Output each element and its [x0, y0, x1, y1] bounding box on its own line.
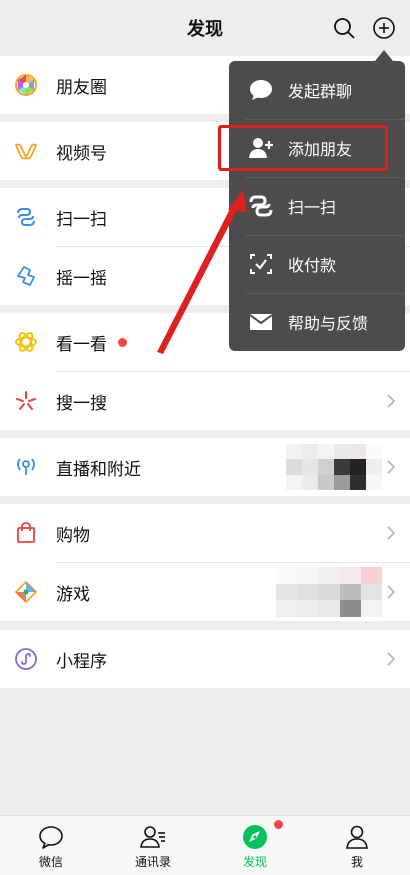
row-mini-programs[interactable]: 小程序 — [0, 630, 410, 688]
row-nearby[interactable]: 直播和附近 — [0, 438, 410, 496]
popup-caret — [375, 50, 393, 61]
chevron-right-icon — [387, 526, 396, 540]
section-nearby: 直播和附近 — [0, 438, 410, 496]
tab-me[interactable]: 我 — [306, 816, 408, 875]
tab-label: 发现 — [242, 855, 267, 869]
nearby-label: 直播和附近 — [56, 459, 141, 480]
moments-label: 朋友圈 — [56, 77, 107, 98]
plus-menu-popup: 发起群聊 添加朋友 扫一扫 收付款 帮助与反馈 — [229, 61, 405, 351]
mini-programs-label: 小程序 — [56, 651, 107, 672]
plus-circle-icon[interactable] — [372, 16, 396, 40]
top-stories-icon — [15, 332, 37, 352]
blurred-avatar — [286, 444, 382, 490]
blurred-thumbnail — [276, 567, 382, 617]
bottom-tab-bar: 微信 通讯录 发现 我 — [0, 815, 410, 875]
row-shopping[interactable]: 购物 — [0, 504, 410, 562]
add-friend-icon — [249, 138, 273, 158]
chevron-right-icon — [387, 394, 396, 408]
tab-discover[interactable]: 发现 — [204, 816, 306, 875]
menu-item-label: 扫一扫 — [288, 198, 337, 217]
shake-icon — [17, 266, 35, 286]
games-icon — [14, 580, 38, 604]
channels-icon — [14, 143, 38, 160]
wechat-discover-screen: 发现 朋友圈 视频号 扫一扫 摇一摇 看一看 搜一搜 直播和附近 购物 游戏 小… — [0, 0, 410, 875]
shopping-bag-icon — [17, 522, 35, 543]
menu-item-label: 添加朋友 — [288, 140, 353, 159]
page-title: 发现 — [187, 19, 223, 40]
menu-item-scan[interactable]: 扫一扫 — [229, 177, 405, 235]
top-bar: 发现 — [0, 0, 410, 56]
menu-item-group-chat[interactable]: 发起群聊 — [229, 61, 405, 119]
contacts-icon — [140, 826, 165, 848]
tab-label: 通讯录 — [134, 855, 171, 869]
compass-icon — [243, 825, 267, 849]
menu-item-help[interactable]: 帮助与反馈 — [229, 293, 405, 351]
section-shopping-games: 购物 游戏 — [0, 504, 410, 621]
menu-item-money[interactable]: 收付款 — [229, 235, 405, 293]
shake-label: 摇一摇 — [56, 268, 107, 289]
scan-icon — [249, 195, 273, 217]
tab-contacts[interactable]: 通讯录 — [102, 816, 204, 875]
section-mini-programs: 小程序 — [0, 630, 410, 688]
chevron-right-icon — [387, 652, 396, 666]
tab-chats[interactable]: 微信 — [0, 816, 102, 875]
menu-item-label: 发起群聊 — [288, 82, 353, 101]
chevron-right-icon — [387, 585, 396, 599]
unread-dot — [274, 820, 283, 829]
games-label: 游戏 — [56, 584, 90, 605]
search-icon[interactable] — [332, 16, 356, 40]
mail-icon — [249, 314, 273, 330]
shopping-label: 购物 — [56, 525, 90, 546]
chat-bubble-icon — [250, 80, 272, 100]
menu-item-label: 帮助与反馈 — [288, 314, 369, 333]
search-label: 搜一搜 — [56, 393, 107, 414]
channels-label: 视频号 — [56, 143, 107, 164]
menu-item-label: 收付款 — [288, 256, 337, 275]
payment-icon — [250, 254, 272, 274]
tab-label: 我 — [350, 855, 363, 869]
menu-item-add-friend[interactable]: 添加朋友 — [229, 119, 405, 177]
unread-dot — [118, 338, 127, 347]
scan-icon — [17, 208, 35, 226]
mini-program-icon — [15, 648, 37, 670]
search-spark-icon — [16, 391, 36, 410]
tab-label: 微信 — [38, 855, 63, 869]
scan-label: 扫一扫 — [56, 209, 107, 230]
chat-icon — [39, 826, 63, 849]
moments-icon — [15, 74, 37, 96]
row-search[interactable]: 搜一搜 — [0, 372, 410, 430]
person-icon — [346, 825, 368, 849]
nearby-live-icon — [17, 458, 35, 475]
top-stories-label: 看一看 — [56, 334, 107, 355]
chevron-right-icon — [387, 460, 396, 474]
row-games[interactable]: 游戏 — [0, 563, 410, 621]
